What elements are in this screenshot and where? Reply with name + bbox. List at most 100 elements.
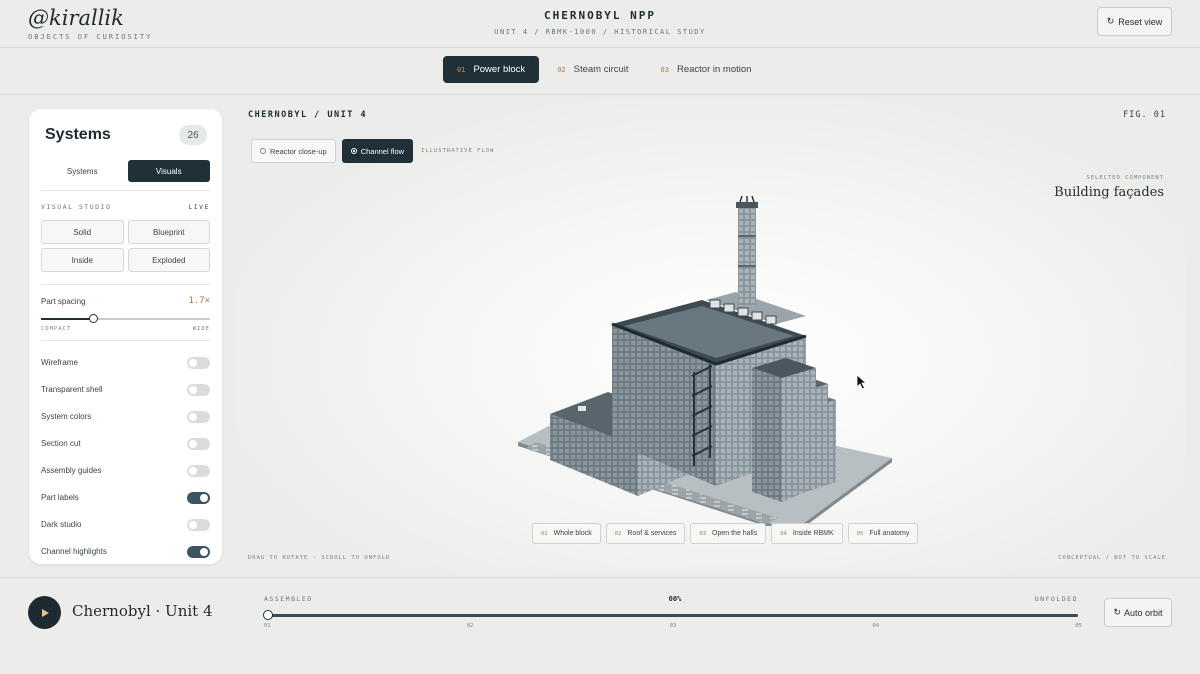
preset-label: Whole block xyxy=(553,530,592,537)
refresh-icon: ↻ xyxy=(1106,16,1115,26)
toggle-label: Section cut xyxy=(41,439,81,448)
page-subtitle: UNIT 4 / RBMK-1000 / HISTORICAL STUDY xyxy=(494,28,706,36)
selected-component-label: SELECTED COMPONENT xyxy=(1086,175,1164,181)
systems-panel: Systems 26 Systems Visuals VISUAL STUDIO… xyxy=(29,109,222,564)
part-spacing-label: Part spacing xyxy=(41,297,86,306)
toggle-label: Part labels xyxy=(41,493,79,502)
tab-number: 01 xyxy=(457,65,466,74)
timeline-tick: 01 xyxy=(264,623,271,629)
timeline-progress-label: 00% xyxy=(668,595,682,603)
roof-vent xyxy=(578,406,586,411)
panel-title: Systems xyxy=(45,126,111,143)
preset-full-anatomy[interactable]: 05 Full anatomy xyxy=(847,523,919,544)
timeline-handle[interactable] xyxy=(263,610,273,620)
header-divider xyxy=(0,47,1200,48)
channel-flow-button[interactable]: Channel flow xyxy=(341,139,414,163)
timeline-tick: 04 xyxy=(872,623,880,629)
wing-front xyxy=(752,368,782,502)
power-block-model[interactable] xyxy=(516,196,896,526)
illustrative-flow-label: ILLUSTRATIVE FLOW xyxy=(421,148,495,154)
panel-divider xyxy=(41,340,210,341)
system-colors-toggle[interactable] xyxy=(187,410,210,423)
wireframe-toggle[interactable] xyxy=(187,356,210,369)
segment-visuals[interactable]: Visuals xyxy=(127,160,210,182)
preset-inside-rbmk[interactable]: 04 Inside RBMK xyxy=(771,523,843,544)
auto-orbit-label: Auto orbit xyxy=(1124,607,1163,618)
mode-exploded-button[interactable]: Exploded xyxy=(127,248,210,272)
view-buttons: Reactor close-up Channel flow ILLUSTRATI… xyxy=(251,139,494,163)
live-status: LIVE xyxy=(188,203,210,211)
toggle-row-transparent-shell: Transparent shell xyxy=(41,376,210,403)
stack-antenna xyxy=(739,196,755,203)
radio-icon xyxy=(350,148,357,154)
mouse-cursor-icon xyxy=(856,374,868,390)
toggle-label: System colors xyxy=(41,412,92,421)
tab-label: Power block xyxy=(473,64,526,75)
reactor-close-up-button[interactable]: Reactor close-up xyxy=(251,139,336,163)
mode-blueprint-button[interactable]: Blueprint xyxy=(127,220,210,244)
radio-icon xyxy=(260,148,266,154)
viewport-title: CHERNOBYL / UNIT 4 xyxy=(248,110,368,120)
panel-divider xyxy=(41,190,210,191)
stack-top xyxy=(736,202,758,208)
wing-end xyxy=(806,400,836,492)
bottom-divider xyxy=(0,577,1200,578)
view-label: Reactor close-up xyxy=(270,146,327,156)
unfold-timeline[interactable] xyxy=(263,610,1078,620)
tabs-divider xyxy=(0,94,1200,95)
play-button[interactable] xyxy=(28,596,61,629)
tab-number: 03 xyxy=(660,65,669,74)
part-spacing-value: 1.7× xyxy=(188,296,210,306)
systems-count-badge: 26 xyxy=(179,125,207,145)
render-mode-grid: Solid Blueprint Inside Exploded xyxy=(41,220,210,272)
orbit-icon: ↻ xyxy=(1113,607,1121,617)
figure-number: FIG. 01 xyxy=(1123,110,1166,120)
view-label: Channel flow xyxy=(360,146,405,156)
preset-label: Open the halls xyxy=(712,530,758,537)
auto-orbit-button[interactable]: ↻ Auto orbit xyxy=(1104,598,1172,627)
dark-studio-toggle[interactable] xyxy=(187,518,210,531)
segment-systems[interactable]: Systems xyxy=(41,160,124,182)
mode-inside-button[interactable]: Inside xyxy=(41,248,124,272)
ventilation-stack xyxy=(738,206,756,306)
preset-number: 01 xyxy=(541,530,548,537)
channel-highlights-toggle[interactable] xyxy=(187,545,210,558)
slider-max-label: WIDE xyxy=(192,326,210,332)
slider-handle[interactable] xyxy=(88,314,98,323)
preset-label: Roof & services xyxy=(627,530,677,537)
reset-view-button[interactable]: ↻ Reset view xyxy=(1097,7,1172,36)
tab-power-block[interactable]: 01 Power block xyxy=(443,56,540,83)
timeline-tick: 02 xyxy=(466,623,474,629)
toggle-label: Dark studio xyxy=(41,520,82,529)
toggle-row-dark-studio: Dark studio xyxy=(41,511,210,538)
timeline-end-label: UNFOLDED xyxy=(1034,595,1078,603)
toggle-row-section-cut: Section cut xyxy=(41,430,210,457)
reset-view-label: Reset view xyxy=(1118,16,1163,27)
interaction-hint: DRAG TO ROTATE · SCROLL TO UNFOLD xyxy=(248,555,391,561)
preset-roof-services[interactable]: 02 Roof & services xyxy=(605,523,686,544)
timeline-tick: 05 xyxy=(1075,623,1082,629)
preset-whole-block[interactable]: 01 Whole block xyxy=(532,523,601,544)
preset-open-halls[interactable]: 03 Open the halls xyxy=(690,523,767,544)
timeline-ticks: 01 02 03 04 05 xyxy=(264,623,1082,629)
tab-number: 02 xyxy=(557,65,566,74)
preset-number: 05 xyxy=(856,530,864,537)
toggle-row-wireframe: Wireframe xyxy=(41,349,210,376)
part-labels-toggle[interactable] xyxy=(187,491,210,504)
tab-reactor-in-motion[interactable]: 03 Reactor in motion xyxy=(647,56,766,83)
panel-segment-control: Systems Visuals xyxy=(41,160,210,182)
section-cut-toggle[interactable] xyxy=(187,437,210,450)
transparent-shell-toggle[interactable] xyxy=(187,383,210,396)
3d-viewport[interactable]: CHERNOBYL / UNIT 4 FIG. 01 Reactor close… xyxy=(236,100,1186,570)
part-spacing-slider[interactable] xyxy=(41,314,210,323)
slider-fill xyxy=(41,318,94,320)
toggle-label: Assembly guides xyxy=(41,466,102,475)
main-tabs: 01 Power block 02 Steam circuit 03 React… xyxy=(443,56,765,83)
page-title: CHERNOBYL NPP xyxy=(543,9,657,22)
mode-solid-button[interactable]: Solid xyxy=(41,220,124,244)
assembly-guides-toggle[interactable] xyxy=(187,464,210,477)
preset-number: 03 xyxy=(699,530,707,537)
visual-toggles: Wireframe Transparent shell System color… xyxy=(41,349,210,565)
tab-steam-circuit[interactable]: 02 Steam circuit xyxy=(543,56,642,83)
panel-divider xyxy=(41,284,210,285)
